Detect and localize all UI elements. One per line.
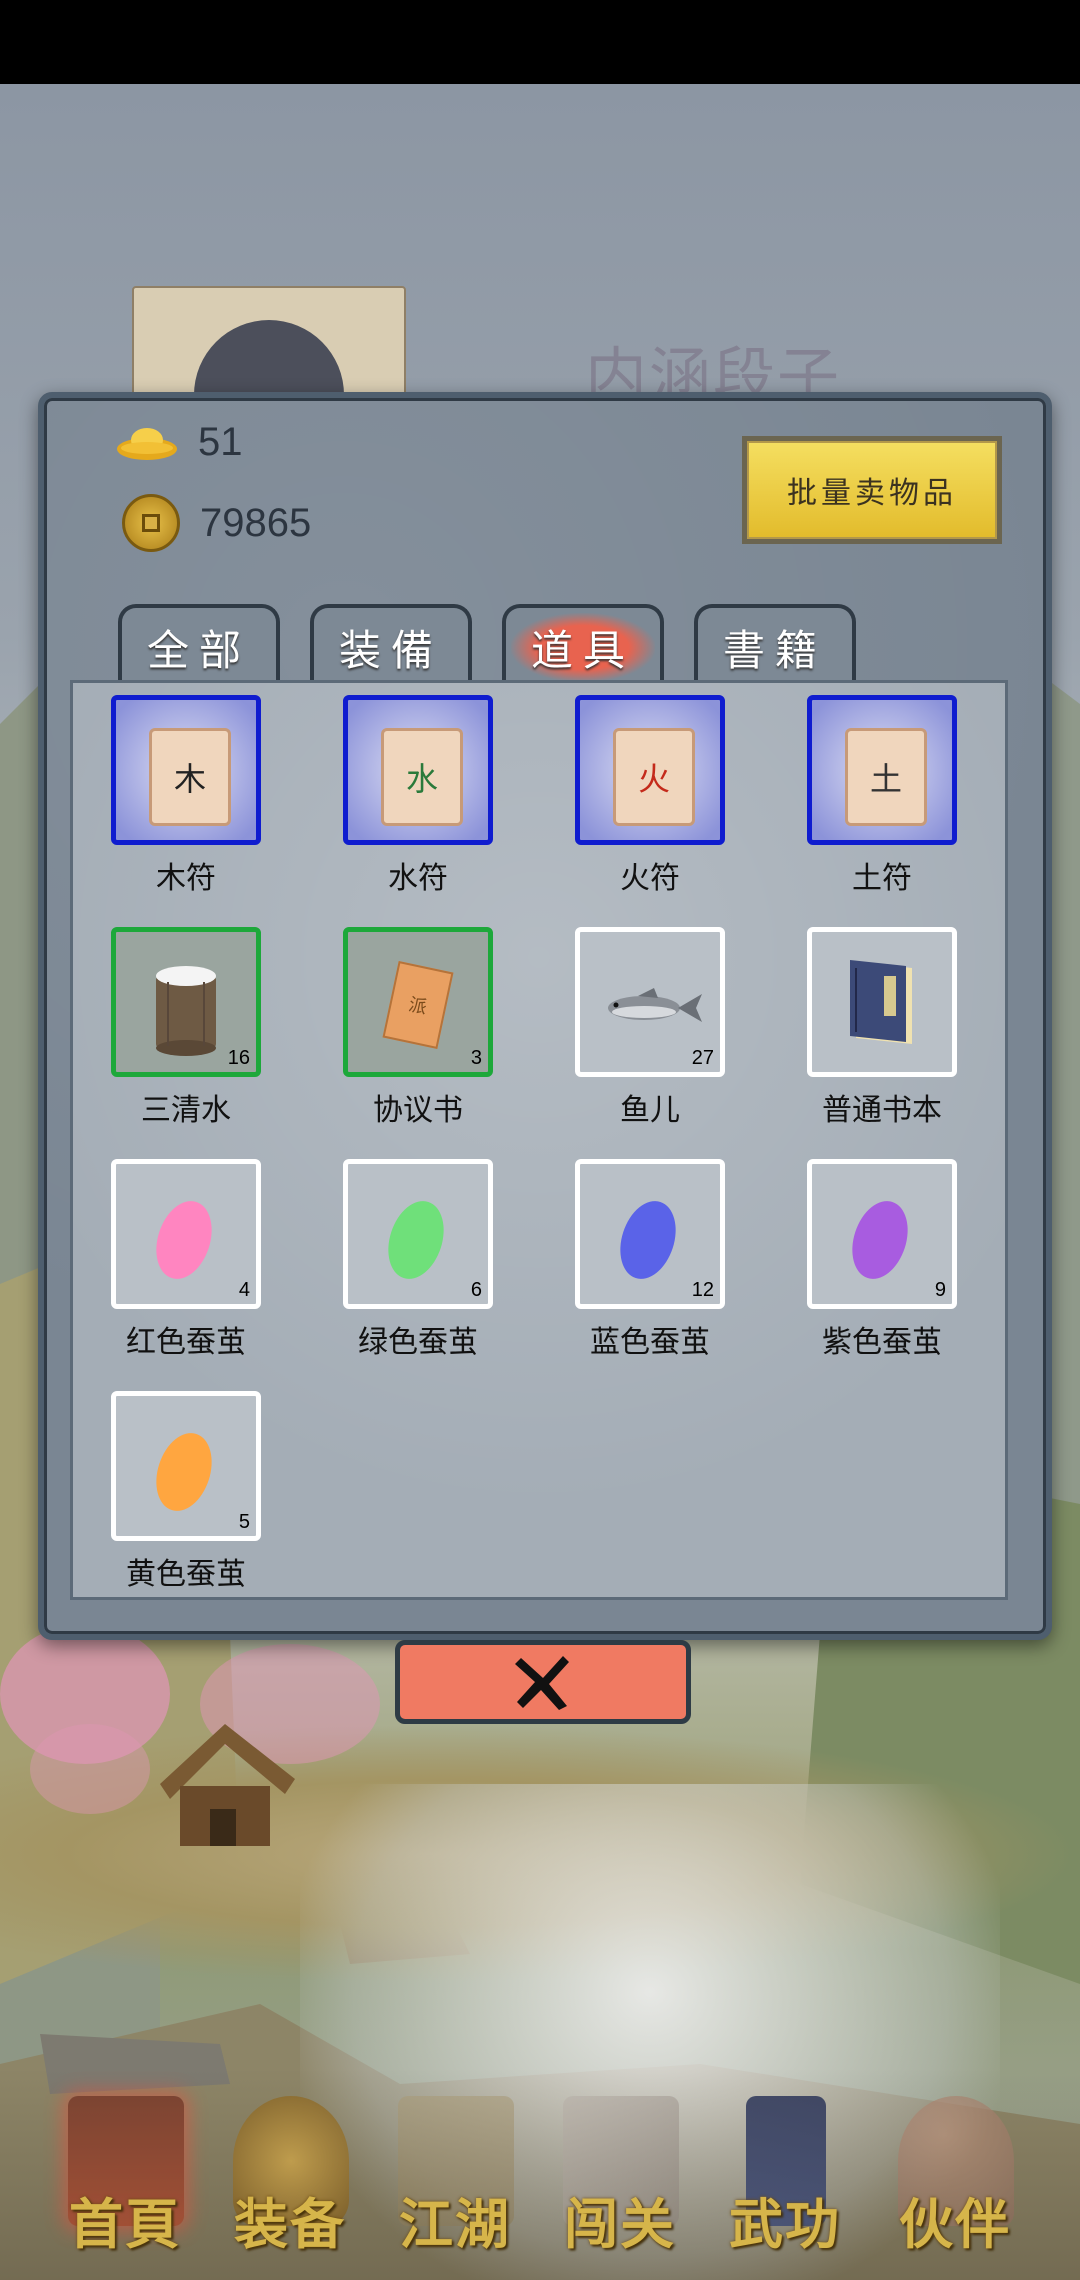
item-fire-talisman[interactable]: 火 火符 — [537, 695, 737, 905]
item-fish[interactable]: 27 鱼儿 — [537, 927, 737, 1137]
item-count: 27 — [691, 1047, 714, 1069]
nav-companions[interactable]: 伙伴 — [870, 2068, 1040, 2280]
item-wood-talisman[interactable]: 木 木符 — [73, 695, 273, 905]
purple-cocoon-icon — [842, 1193, 918, 1287]
item-slot[interactable] — [807, 927, 957, 1077]
item-water-talisman[interactable]: 水 水符 — [305, 695, 505, 905]
item-red-cocoon[interactable]: 4 红色蚕茧 — [73, 1159, 273, 1369]
item-slot[interactable]: 27 — [575, 927, 725, 1077]
item-name: 普通书本 — [822, 1093, 942, 1128]
bulk-sell-button[interactable]: 批量卖物品 — [742, 436, 1002, 544]
tab-equipment[interactable]: 装備 — [310, 604, 472, 686]
nav-label: 首頁 — [69, 2192, 181, 2256]
blue-cocoon-icon — [610, 1193, 686, 1287]
bottom-navigation: 首頁 装备 江湖 闯关 武功 伙伴 — [0, 2068, 1080, 2280]
item-sanqing-water[interactable]: 16 三清水 — [73, 927, 273, 1137]
item-purple-cocoon[interactable]: 9 紫色蚕茧 — [769, 1159, 969, 1369]
gold-ingot-icon — [117, 427, 177, 460]
item-blue-cocoon[interactable]: 12 蓝色蚕茧 — [537, 1159, 737, 1369]
item-count: 3 — [470, 1047, 482, 1069]
tab-items[interactable]: 道具 — [502, 604, 664, 686]
fire-talisman-icon: 火 — [613, 728, 695, 826]
nav-martial-arts[interactable]: 武功 — [700, 2068, 870, 2280]
nav-jianghu[interactable]: 江湖 — [370, 2068, 540, 2280]
item-name: 水符 — [388, 861, 448, 896]
item-green-cocoon[interactable]: 6 绿色蚕茧 — [305, 1159, 505, 1369]
item-slot[interactable]: 12 — [575, 1159, 725, 1309]
tab-books[interactable]: 書籍 — [694, 604, 856, 686]
item-count: 9 — [934, 1279, 946, 1301]
nav-home[interactable]: 首頁 — [40, 2068, 210, 2280]
item-count: 5 — [238, 1511, 250, 1533]
item-earth-talisman[interactable]: 土 土符 — [769, 695, 969, 905]
item-name: 火符 — [620, 861, 680, 896]
status-bar — [0, 0, 1080, 84]
item-name: 蓝色蚕茧 — [590, 1325, 710, 1360]
item-yellow-cocoon[interactable]: 5 黄色蚕茧 — [73, 1391, 273, 1601]
tab-label: 全部 — [146, 625, 251, 675]
nav-challenge[interactable]: 闯关 — [535, 2068, 705, 2280]
item-name: 木符 — [156, 861, 216, 896]
item-count: 6 — [470, 1279, 482, 1301]
item-name: 红色蚕茧 — [126, 1325, 246, 1360]
tab-label: 書籍 — [722, 625, 827, 675]
item-count: 4 — [238, 1279, 250, 1301]
gold-ingot-value: 51 — [198, 420, 243, 464]
item-slot[interactable]: 5 — [111, 1391, 261, 1541]
item-slot[interactable]: 火 — [575, 695, 725, 845]
item-name: 土符 — [852, 861, 912, 896]
item-slot[interactable]: 水 — [343, 695, 493, 845]
nav-label: 江湖 — [399, 2192, 511, 2256]
item-name: 三清水 — [141, 1093, 231, 1128]
cherry-blossom-tree — [30, 1724, 150, 1814]
item-count: 12 — [691, 1279, 714, 1301]
item-slot[interactable]: 4 — [111, 1159, 261, 1309]
nav-label: 武功 — [729, 2192, 841, 2256]
yellow-cocoon-icon — [146, 1425, 222, 1519]
nav-label: 闯关 — [564, 2192, 676, 2256]
tab-label: 道具 — [510, 612, 655, 682]
inventory-panel: 51 79865 批量卖物品 全部 装備 道具 書籍 木 木符 水 水符 火 火… — [38, 392, 1052, 1640]
item-slot[interactable]: 土 — [807, 695, 957, 845]
item-name: 黄色蚕茧 — [126, 1557, 246, 1592]
wood-talisman-icon: 木 — [149, 728, 231, 826]
item-slot[interactable]: 6 — [343, 1159, 493, 1309]
item-contract[interactable]: 派 3 协议书 — [305, 927, 505, 1137]
item-common-book[interactable]: 普通书本 — [769, 927, 969, 1137]
item-name: 紫色蚕茧 — [822, 1325, 942, 1360]
earth-talisman-icon: 土 — [845, 728, 927, 826]
item-slot[interactable]: 16 — [111, 927, 261, 1077]
copper-coin-icon — [122, 494, 180, 552]
item-slot[interactable]: 派 3 — [343, 927, 493, 1077]
item-name: 绿色蚕茧 — [358, 1325, 478, 1360]
item-slot[interactable]: 木 — [111, 695, 261, 845]
nav-label: 伙伴 — [899, 2192, 1011, 2256]
gold-ingot-counter: 51 — [116, 420, 243, 465]
tab-all[interactable]: 全部 — [118, 604, 280, 686]
item-grid: 木 木符 水 水符 火 火符 土 土符 16 三清水 派 3 协议书 27 鱼儿… — [70, 680, 1008, 1600]
book-icon — [850, 960, 912, 1044]
green-cocoon-icon — [378, 1193, 454, 1287]
nav-equipment[interactable]: 装备 — [205, 2068, 375, 2280]
red-cocoon-icon — [146, 1193, 222, 1287]
tab-label: 装備 — [338, 625, 443, 675]
item-slot[interactable]: 9 — [807, 1159, 957, 1309]
item-name: 协议书 — [373, 1093, 463, 1128]
character-portrait — [132, 286, 406, 410]
copper-coin-value: 79865 — [200, 500, 312, 545]
close-x-icon — [515, 1656, 569, 1710]
close-button[interactable] — [395, 1640, 691, 1724]
water-talisman-icon: 水 — [381, 728, 463, 826]
nav-label: 装备 — [234, 2192, 346, 2256]
copper-coin-counter: 79865 — [122, 494, 311, 552]
contract-scroll-icon: 派 — [382, 961, 454, 1049]
item-name: 鱼儿 — [620, 1093, 680, 1128]
thatched-hut-icon — [160, 1724, 295, 1846]
item-count: 16 — [227, 1047, 250, 1069]
